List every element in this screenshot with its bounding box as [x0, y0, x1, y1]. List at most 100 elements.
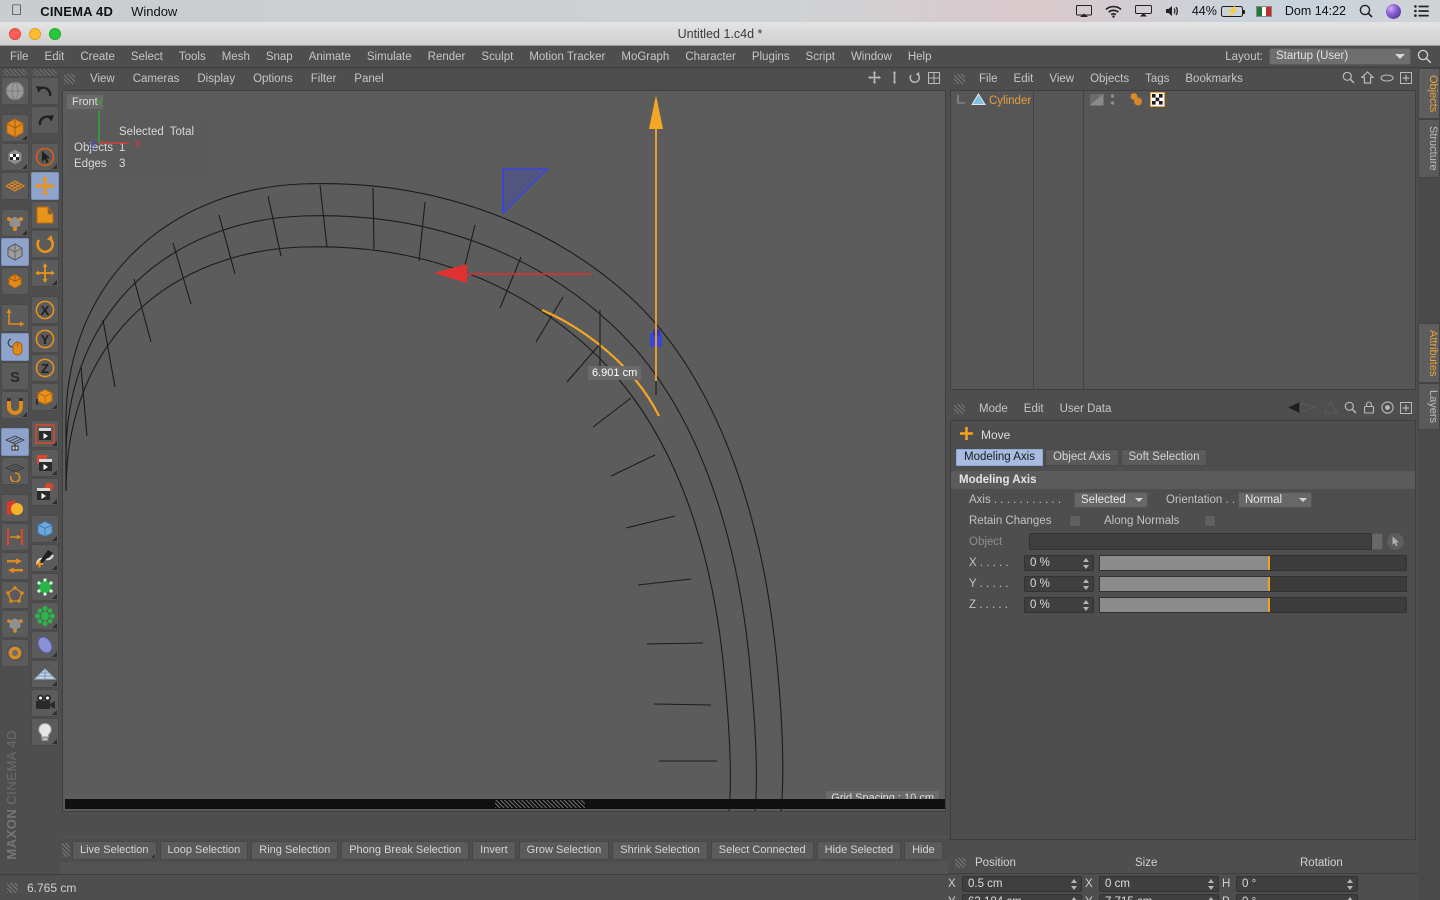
render-settings-icon[interactable] — [31, 478, 59, 506]
mac-app-name[interactable]: CINEMA 4D — [40, 4, 113, 19]
main-menu-item-edit[interactable]: Edit — [37, 46, 73, 68]
slider-x-value[interactable]: 0 % — [1024, 554, 1094, 571]
points-mode-icon[interactable] — [1, 172, 29, 200]
layer-swatch-icon[interactable] — [1089, 93, 1104, 109]
move-view-icon[interactable] — [868, 71, 881, 87]
main-menu-item-help[interactable]: Help — [900, 46, 940, 68]
scale-tool-icon[interactable]: S — [1, 362, 29, 390]
rotation-h-input[interactable]: 0 ° — [1236, 876, 1358, 892]
layout-dropdown[interactable]: Startup (User) — [1269, 48, 1411, 65]
object-manager-menu-view[interactable]: View — [1041, 68, 1082, 90]
close-window-button[interactable] — [9, 27, 21, 40]
object-tags[interactable] — [1129, 91, 1166, 110]
axis-mode-icon[interactable] — [1, 304, 29, 332]
phong-tag-icon[interactable] — [1129, 92, 1145, 110]
render-region-icon[interactable] — [31, 449, 59, 477]
main-menu-item-simulate[interactable]: Simulate — [359, 46, 420, 68]
forward-arrow-icon[interactable] — [1323, 401, 1338, 417]
viewport-canvas[interactable]: Front Grid Spacing : 10 cm 6.901 cm Sele… — [62, 90, 946, 812]
main-menu-item-tools[interactable]: Tools — [171, 46, 214, 68]
gizmo-x-axis[interactable] — [434, 264, 591, 283]
coordinates-grip[interactable] — [955, 858, 966, 868]
size-y-input[interactable]: 7.715 cm — [1099, 894, 1219, 900]
main-menu-item-file[interactable]: File — [0, 46, 37, 68]
slider-y-value[interactable]: 0 % — [1024, 575, 1094, 592]
wifi-icon[interactable] — [1105, 5, 1122, 18]
side-tab-attributes[interactable]: Attributes — [1418, 322, 1440, 384]
polygons-mode-icon[interactable] — [1, 238, 29, 266]
edges-mode-icon[interactable] — [1, 209, 29, 237]
viewport-mode-icon[interactable] — [1, 333, 29, 361]
main-menu-item-render[interactable]: Render — [420, 46, 474, 68]
viewport-grip[interactable] — [64, 74, 75, 84]
move-tool-icon[interactable] — [31, 172, 59, 200]
spinner-icon[interactable] — [1347, 879, 1354, 890]
target-icon[interactable] — [1381, 401, 1394, 417]
scale-tool2-icon[interactable] — [31, 201, 59, 229]
notification-center-icon[interactable] — [1414, 5, 1429, 17]
add-deformer-icon[interactable] — [31, 602, 59, 630]
tab-soft-selection[interactable]: Soft Selection — [1120, 449, 1208, 466]
rotation-p-input[interactable]: 0 ° — [1236, 894, 1358, 900]
add-camera-icon[interactable] — [31, 689, 59, 717]
selection-toolbar-grip[interactable] — [62, 843, 70, 857]
lock-workplane-icon[interactable] — [1, 428, 29, 456]
toolbar-grip-2[interactable] — [33, 69, 57, 76]
add-floor-icon[interactable] — [31, 660, 59, 688]
main-menu-item-create[interactable]: Create — [72, 46, 123, 68]
retain-changes-checkbox[interactable] — [1069, 514, 1081, 527]
editable-object-icon[interactable] — [1, 114, 29, 142]
status-bar-grip[interactable] — [7, 882, 18, 893]
flag-italy-icon[interactable] — [1255, 5, 1272, 17]
main-menu-item-plugins[interactable]: Plugins — [744, 46, 798, 68]
new-window-icon[interactable] — [1400, 71, 1412, 87]
side-tab-structure[interactable]: Structure — [1418, 119, 1440, 178]
main-menu-item-snap[interactable]: Snap — [258, 46, 301, 68]
main-menu-item-animate[interactable]: Animate — [301, 46, 359, 68]
spinner-icon[interactable] — [1071, 879, 1078, 890]
add-light-icon[interactable] — [31, 718, 59, 746]
maximize-view-icon[interactable] — [928, 71, 940, 87]
invert-button[interactable]: Invert — [472, 840, 516, 860]
y-axis-icon[interactable]: Y — [31, 325, 59, 353]
attribute-manager-grip[interactable] — [954, 404, 965, 414]
spline-pen-icon[interactable] — [1, 581, 29, 609]
loop-selection-button[interactable]: Loop Selection — [159, 840, 249, 860]
tab-object-axis[interactable]: Object Axis — [1044, 449, 1119, 466]
live-selection-button[interactable]: Live Selection — [72, 840, 157, 860]
object-manager-menu-tags[interactable]: Tags — [1137, 68, 1177, 90]
move-alt-icon[interactable] — [31, 259, 59, 287]
x-axis-icon[interactable]: X — [31, 296, 59, 324]
main-menu-item-select[interactable]: Select — [123, 46, 171, 68]
viewport-menu-options[interactable]: Options — [244, 68, 302, 90]
add-generator-icon[interactable] — [31, 573, 59, 601]
search-icon[interactable] — [1344, 401, 1357, 417]
size-x-input[interactable]: 0 cm — [1099, 876, 1219, 892]
slider-x-track[interactable] — [1099, 554, 1407, 571]
object-name-cylinder[interactable]: Cylinder — [989, 95, 1031, 107]
new-window-icon[interactable] — [1400, 401, 1412, 417]
add-cube-icon[interactable] — [31, 515, 59, 543]
spinner-x-icon[interactable] — [1083, 557, 1090, 569]
shrink-selection-button[interactable]: Shrink Selection — [612, 840, 708, 860]
object-picker-icon[interactable] — [1386, 532, 1405, 551]
viewport-menu-filter[interactable]: Filter — [302, 68, 346, 90]
object-manager-menu-file[interactable]: File — [971, 68, 1006, 90]
viewport-horizontal-scrollbar[interactable] — [65, 799, 945, 809]
tab-modeling-axis[interactable]: Modeling Axis — [956, 449, 1043, 466]
ring-selection-button[interactable]: Ring Selection — [251, 840, 339, 860]
apple-logo-icon[interactable]:  — [11, 3, 22, 18]
viewport-menu-display[interactable]: Display — [188, 68, 244, 90]
minimize-window-button[interactable] — [29, 27, 41, 40]
redo-icon[interactable] — [31, 106, 59, 134]
rotate-view-icon[interactable] — [908, 71, 921, 87]
position-y-input[interactable]: 63.184 cm — [962, 894, 1082, 900]
add-spline-icon[interactable] — [31, 544, 59, 572]
zoom-window-button[interactable] — [49, 27, 61, 40]
main-menu-item-script[interactable]: Script — [798, 46, 843, 68]
z-axis-icon[interactable]: Z — [31, 354, 59, 382]
axis-dropdown[interactable]: Selected — [1074, 491, 1148, 508]
select-connected-button[interactable]: Select Connected — [710, 840, 814, 860]
material-icon[interactable] — [1, 494, 29, 522]
mac-clock[interactable]: Dom 14:22 — [1285, 4, 1346, 18]
